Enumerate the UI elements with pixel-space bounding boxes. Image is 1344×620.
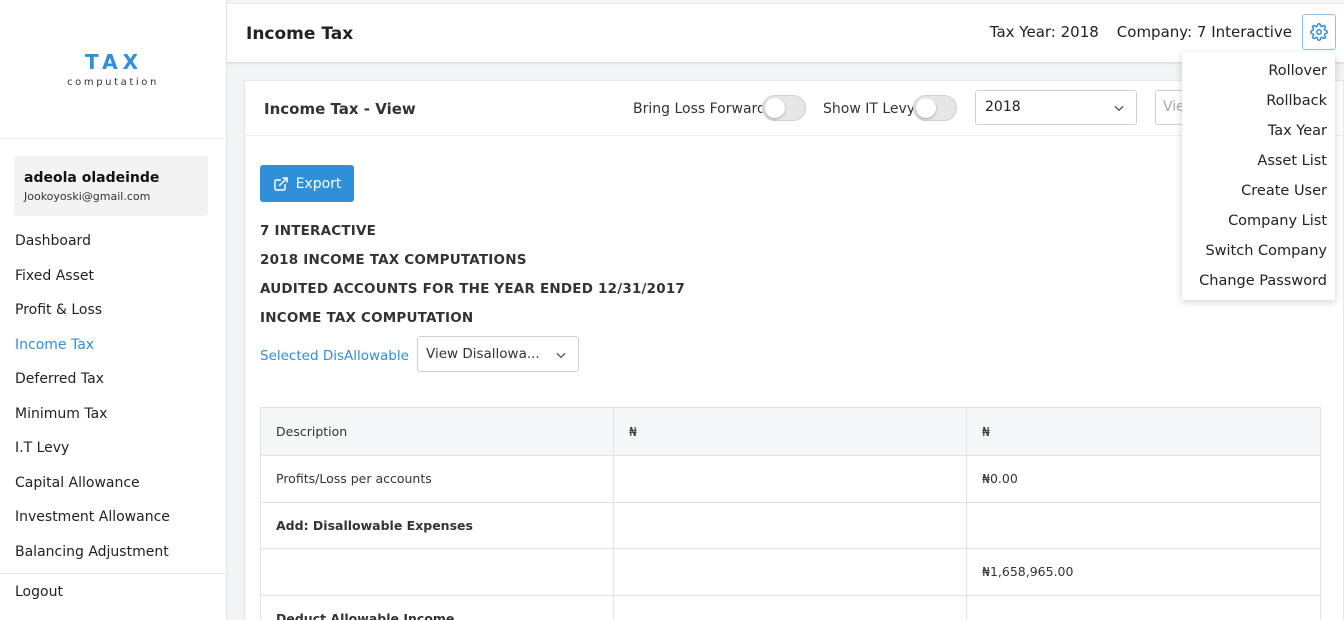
logo-title: TAX xyxy=(85,50,143,74)
user-card: adeola oladeinde Jookoyoski@gmail.com xyxy=(14,156,208,216)
menu-item-rollover[interactable]: Rollover xyxy=(1182,56,1335,86)
logo-subtitle: computation xyxy=(67,77,159,88)
settings-button[interactable] xyxy=(1302,14,1336,50)
sidebar-item-fixed-asset[interactable]: Fixed Asset xyxy=(0,259,226,294)
export-button[interactable]: Export xyxy=(260,165,354,202)
table-cell xyxy=(966,594,1321,620)
menu-item-company-list[interactable]: Company List xyxy=(1182,206,1335,236)
logout-link[interactable]: Logout xyxy=(0,574,226,608)
menu-item-create-user[interactable]: Create User xyxy=(1182,176,1335,206)
sidebar-item-income-tax[interactable]: Income Tax xyxy=(0,328,226,363)
table-row: ₦1,658,965.00 xyxy=(260,548,1321,596)
tax-year-label: Tax Year: 2018 xyxy=(989,23,1099,41)
show-levy-label: Show IT Levy xyxy=(823,101,916,117)
table-header-row: Description ₦ ₦ xyxy=(260,407,1321,456)
export-label: Export xyxy=(295,175,342,192)
table-row: Add: Disallowable Expenses xyxy=(260,501,1321,549)
table-cell xyxy=(966,501,1321,549)
audited-accounts-heading: AUDITED ACCOUNTS FOR THE YEAR ENDED 12/3… xyxy=(260,281,686,297)
disallowable-select-value: View Disallowa... xyxy=(426,346,540,362)
sidebar-item-deferred-tax[interactable]: Deferred Tax xyxy=(0,362,226,397)
app-logo[interactable]: TAX computation xyxy=(0,0,226,139)
year-select[interactable]: 2018 xyxy=(975,90,1137,125)
company-heading: 7 INTERACTIVE xyxy=(260,223,377,239)
column-header-amount-1: ₦ xyxy=(613,407,967,456)
external-link-icon xyxy=(273,176,288,191)
table-cell xyxy=(613,594,967,620)
sidebar-item-dashboard[interactable]: Dashboard xyxy=(0,224,226,259)
income-tax-computation-heading: INCOME TAX COMPUTATION xyxy=(260,310,474,326)
page-title: Income Tax xyxy=(246,24,354,44)
table-cell: Add: Disallowable Expenses xyxy=(260,501,614,549)
selected-disallowable-link[interactable]: Selected DisAllowable xyxy=(260,348,409,364)
computation-table: Description ₦ ₦ Profits/Loss per account… xyxy=(260,407,1321,620)
table-cell xyxy=(613,455,967,503)
company-label: Company: 7 Interactive xyxy=(1116,23,1292,41)
year-select-value: 2018 xyxy=(985,99,1021,115)
sidebar-item-profit-loss[interactable]: Profit & Loss xyxy=(0,293,226,328)
table-row: Deduct Allowable Income xyxy=(260,594,1321,620)
income-tax-card: Income Tax - View Bring Loss Forward Sho… xyxy=(244,80,1344,620)
user-name: adeola oladeinde xyxy=(24,170,160,186)
sidebar-item-investment-allowance[interactable]: Investment Allowance xyxy=(0,500,226,535)
sidebar-item-balancing-adjustment[interactable]: Balancing Adjustment xyxy=(0,535,226,570)
disallowable-select[interactable]: View Disallowa... xyxy=(417,336,579,372)
menu-item-change-password[interactable]: Change Password xyxy=(1182,266,1335,296)
sidebar-nav: Dashboard Fixed Asset Profit & Loss Income … xyxy=(0,224,226,569)
table-row: Profits/Loss per accounts ₦0.00 xyxy=(260,455,1321,503)
table-cell xyxy=(613,501,967,549)
sidebar: TAX computation adeola oladeinde Jookoyo… xyxy=(0,0,227,620)
show-levy-toggle[interactable] xyxy=(913,95,957,121)
menu-item-asset-list[interactable]: Asset List xyxy=(1182,146,1335,176)
sidebar-item-i-t-levy[interactable]: I.T Levy xyxy=(0,431,226,466)
top-bar: Income Tax Tax Year: 2018 Company: 7 Int… xyxy=(227,3,1344,63)
gear-icon xyxy=(1310,23,1328,41)
sidebar-item-capital-allowance[interactable]: Capital Allowance xyxy=(0,466,226,501)
computation-heading: 2018 INCOME TAX COMPUTATIONS xyxy=(260,252,527,268)
menu-item-rollback[interactable]: Rollback xyxy=(1182,86,1335,116)
bring-loss-toggle[interactable] xyxy=(762,95,806,121)
table-cell: Deduct Allowable Income xyxy=(260,594,614,620)
header-info: Tax Year: 2018 Company: 7 Interactive xyxy=(990,23,1292,41)
table-cell xyxy=(613,548,967,596)
menu-item-switch-company[interactable]: Switch Company xyxy=(1182,236,1335,266)
sidebar-item-minimum-tax[interactable]: Minimum Tax xyxy=(0,397,226,432)
card-title: Income Tax - View xyxy=(264,100,416,118)
column-header-amount-2: ₦ xyxy=(966,407,1321,456)
table-cell: ₦0.00 xyxy=(966,455,1321,503)
chevron-down-icon xyxy=(556,352,566,359)
menu-item-tax-year[interactable]: Tax Year xyxy=(1182,116,1335,146)
user-email: Jookoyoski@gmail.com xyxy=(24,190,151,203)
chevron-down-icon xyxy=(1114,105,1124,112)
table-cell: ₦1,658,965.00 xyxy=(966,548,1321,596)
column-header-description: Description xyxy=(260,407,614,456)
bring-loss-label: Bring Loss Forward xyxy=(633,101,766,117)
table-cell: Profits/Loss per accounts xyxy=(260,455,614,503)
settings-menu: Rollover Rollback Tax Year Asset List Create… xyxy=(1182,52,1335,300)
card-header: Income Tax - View Bring Loss Forward Sho… xyxy=(245,81,1343,136)
table-cell xyxy=(260,548,614,596)
